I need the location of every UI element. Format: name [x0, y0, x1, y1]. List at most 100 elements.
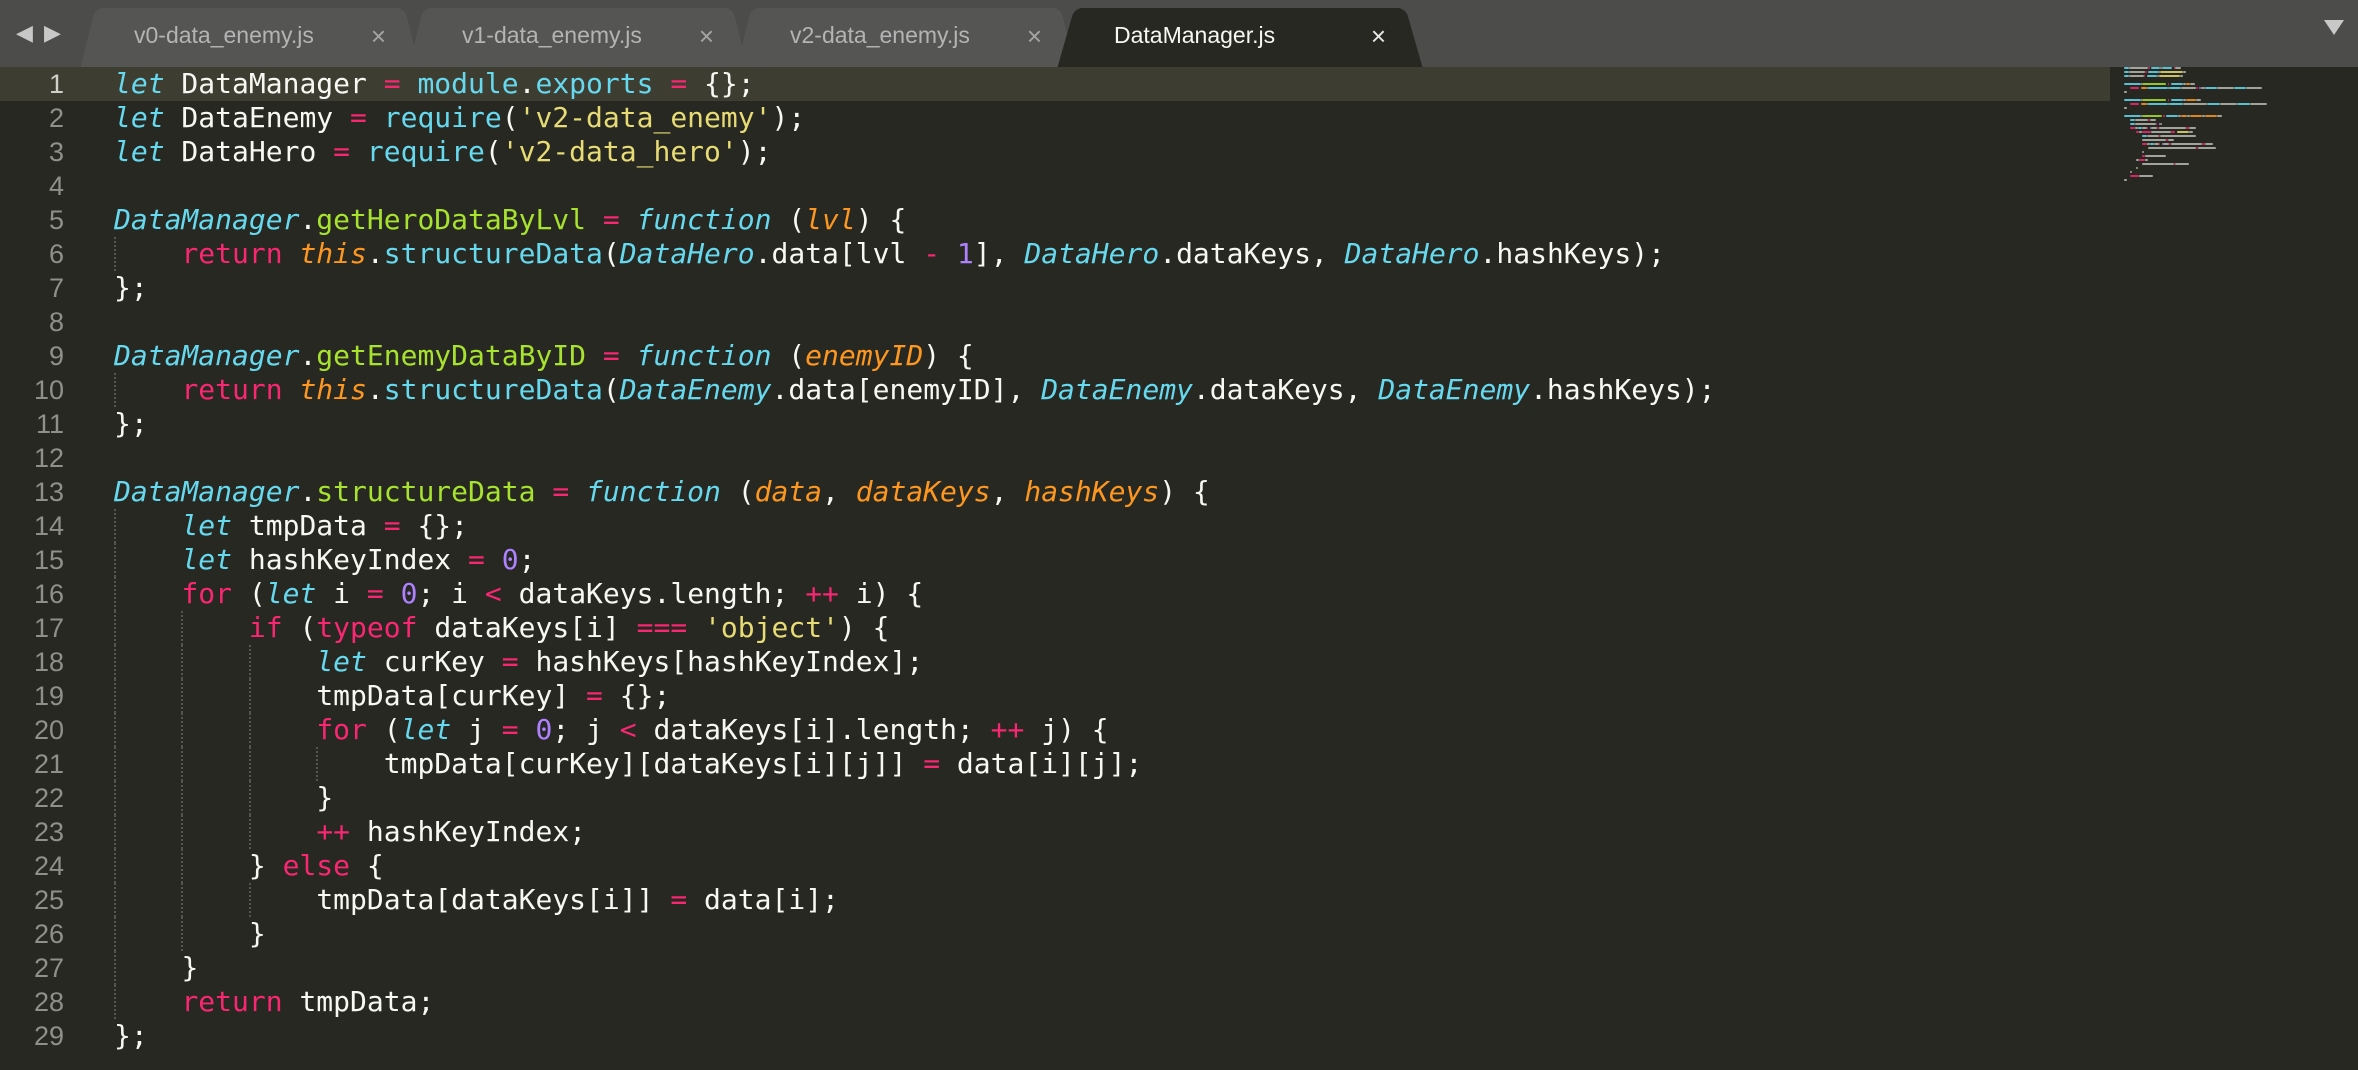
indent-guide	[181, 917, 184, 951]
tab-v0-data-enemy[interactable]: v0-data_enemy.js ×	[100, 8, 400, 67]
code-token: DataEnemy	[1378, 373, 1531, 406]
code-line[interactable]: 1 let DataManager = module.exports = {};	[0, 67, 2110, 101]
code-text: } else {	[249, 849, 384, 883]
close-icon[interactable]: ×	[699, 21, 714, 51]
minimap-stroke	[2217, 115, 2222, 117]
minimap-stroke	[2128, 67, 2148, 69]
code-token: 'v2-data_hero'	[501, 135, 738, 168]
code-line[interactable]: 24} else {	[0, 849, 2110, 883]
code-line[interactable]: 19 tmpData[curKey] = {};	[0, 679, 2110, 713]
minimap-stroke	[2155, 123, 2157, 125]
code-line[interactable]: 2 let DataEnemy = require('v2-data_enemy'…	[0, 101, 2110, 135]
code-line[interactable]: 14 let tmpData = {};	[0, 509, 2110, 543]
minimap-stroke	[2124, 83, 2141, 85]
indent-guide	[248, 645, 251, 679]
minimap-stroke	[2220, 103, 2237, 105]
code-line[interactable]: 16 for (let i = 0; i < dataKeys.length; +…	[0, 577, 2110, 611]
code-token: let	[114, 101, 165, 134]
nav-forward-icon[interactable]: ▶	[44, 16, 61, 50]
code-line[interactable]: 11};	[0, 407, 2110, 441]
code-line[interactable]: 6 return this.structureData(DataHero.data…	[0, 237, 2110, 271]
code-token: if	[248, 611, 283, 644]
code-token: ++	[990, 713, 1025, 746]
code-token: getEnemyDataByID	[316, 339, 587, 372]
code-line[interactable]: 21 tmpData[curKey][dataKeys[i][j]] = data…	[0, 747, 2110, 781]
minimap-stroke	[2130, 123, 2135, 125]
code-line[interactable]: 9 DataManager.getEnemyDataByID = function…	[0, 339, 2110, 373]
nav-back-icon[interactable]: ◀	[16, 16, 33, 50]
code-line[interactable]: 27}	[0, 951, 2110, 985]
indent-guide	[114, 849, 116, 883]
indent-guide	[181, 713, 184, 747]
minimap-stroke	[2190, 115, 2202, 117]
code-line[interactable]: 28 return tmpData;	[0, 985, 2110, 1019]
code-token: else	[282, 849, 351, 882]
code-line[interactable]: 7};	[0, 271, 2110, 305]
minimap-stroke	[2128, 71, 2145, 73]
code-token: DataEnemy	[619, 373, 772, 406]
chevron-down-icon[interactable]	[2324, 20, 2344, 35]
line-number: 23	[33, 817, 64, 847]
code-token: hashKeys	[1024, 475, 1160, 508]
code-token: let	[265, 577, 317, 610]
code-token: =	[333, 135, 351, 168]
code-token: =	[670, 883, 688, 916]
minimap[interactable]	[2124, 67, 2324, 207]
code-line[interactable]: 26}	[0, 917, 2110, 951]
code-line[interactable]: 18 let curKey = hashKeys[hashKeyIndex];	[0, 645, 2110, 679]
indent-guide	[114, 747, 116, 781]
code-line[interactable]: 3 let DataHero = require('v2-data_hero');	[0, 135, 2110, 169]
code-token: data[i];	[687, 883, 839, 916]
code-token: ) {	[838, 611, 890, 644]
minimap-stroke	[2130, 103, 2139, 105]
code-line[interactable]: 15 let hashKeyIndex = 0;	[0, 543, 2110, 577]
code-token: hashKeyIndex;	[350, 815, 587, 848]
code-line[interactable]: 10 return this.structureData(DataEnemy.da…	[0, 373, 2110, 407]
code-editor[interactable]: 1 let DataManager = module.exports = {}; 2…	[0, 67, 2358, 1070]
minimap-stroke	[2217, 87, 2234, 89]
minimap-stroke	[2149, 119, 2156, 121]
close-icon[interactable]: ×	[1027, 21, 1042, 51]
code-line[interactable]: 4	[0, 169, 2110, 203]
code-token: function	[636, 203, 772, 236]
code-line[interactable]: 17 if (typeof dataKeys[i] === 'object') {	[0, 611, 2110, 645]
line-number: 4	[48, 171, 64, 201]
minimap-stroke	[2196, 99, 2201, 101]
code-line[interactable]: 12	[0, 441, 2110, 475]
code-line[interactable]: 13 DataManager.structureData = function (…	[0, 475, 2110, 509]
tab-data-manager[interactable]: DataManager.js ×	[1080, 8, 1400, 67]
minimap-stroke	[2130, 127, 2135, 129]
code-line[interactable]: 20 for (let j = 0; j < dataKeys[i].length…	[0, 713, 2110, 747]
code-line[interactable]: 8	[0, 305, 2110, 339]
indent-guide	[248, 679, 251, 713]
code-line[interactable]: 5 DataManager.getHeroDataByLvl = function…	[0, 203, 2110, 237]
tab-label: v2-data_enemy.js	[790, 22, 970, 48]
tab-v2-data-enemy[interactable]: v2-data_enemy.js ×	[756, 8, 1056, 67]
code-token: let	[114, 67, 165, 100]
indent-guide	[181, 645, 184, 679]
code-token: getHeroDataByLvl	[316, 203, 587, 236]
line-number: 2	[48, 103, 64, 133]
line-number: 8	[48, 307, 64, 337]
code-token: ],	[973, 237, 1025, 270]
code-token: i	[316, 577, 367, 610]
tab-v1-data-enemy[interactable]: v1-data_enemy.js ×	[428, 8, 728, 67]
close-icon[interactable]: ×	[1371, 21, 1386, 51]
code-text: }	[249, 917, 266, 951]
code-line[interactable]: 22}	[0, 781, 2110, 815]
code-line[interactable]: 25 tmpData[dataKeys[i]] = data[i];	[0, 883, 2110, 917]
code-line[interactable]: 29};	[0, 1019, 2110, 1053]
code-text: }	[316, 781, 333, 815]
code-line[interactable]: 23 ++ hashKeyIndex;	[0, 815, 2110, 849]
line-number: 9	[48, 341, 64, 371]
minimap-stroke	[2142, 131, 2151, 133]
code-token: );	[737, 135, 772, 168]
code-token: .dataKeys,	[1159, 237, 1345, 270]
line-number: 16	[33, 579, 64, 609]
close-icon[interactable]: ×	[371, 21, 386, 51]
code-token: =	[552, 475, 570, 508]
